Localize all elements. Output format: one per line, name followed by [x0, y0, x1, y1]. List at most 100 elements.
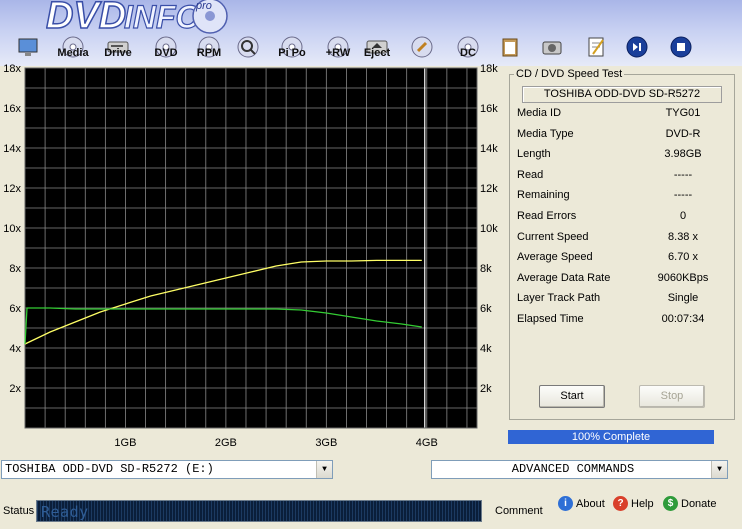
- x-tick-label: 1GB: [114, 437, 136, 449]
- play-pause-icon: [626, 36, 648, 58]
- info-icon: i: [558, 496, 573, 511]
- dvd-button[interactable]: DVD: [146, 36, 186, 62]
- x-tick-label: 3GB: [315, 437, 337, 449]
- y-tick-label: 14x: [3, 143, 21, 155]
- toolbar-label: Drive: [104, 47, 132, 59]
- info-value: Single: [667, 292, 699, 305]
- panel-title: CD / DVD Speed Test: [514, 68, 625, 80]
- stop-icon: [670, 36, 692, 58]
- info-value: 0: [679, 210, 687, 222]
- toolbar-label: Eject: [363, 47, 391, 59]
- dc-button[interactable]: DC: [448, 36, 488, 62]
- speed-graph-svg: 2x 2k 4x 4k 6x 6k 8x 8k 10x 10k 12x 12k 14x 14k 16x 16k…: [3, 63, 498, 449]
- svg-text:INFO: INFO: [124, 0, 201, 35]
- y-tick-label: 8x: [9, 263, 21, 275]
- progress-bar: 100% Complete: [508, 430, 714, 444]
- pipo-button[interactable]: Pi Po: [272, 36, 312, 62]
- info-value: 3.98GB: [664, 148, 702, 161]
- drive-select-value: TOSHIBA ODD-DVD SD-R5272 (E:): [5, 462, 214, 476]
- app-logo: DVD INFO pro: [46, 0, 228, 36]
- advanced-commands-select[interactable]: ADVANCED COMMANDS ▼: [431, 460, 728, 479]
- monitor-icon: [18, 38, 38, 56]
- y-tick-label: 6x: [9, 303, 21, 315]
- info-value: 8.38 x: [668, 230, 698, 243]
- y-tick-label: 4x: [9, 343, 21, 355]
- chevron-down-icon[interactable]: ▼: [711, 461, 727, 478]
- status-text: Ready: [41, 503, 89, 521]
- y-tick-label: 2x: [9, 383, 21, 395]
- y-tick-label: 16x: [3, 103, 21, 115]
- y-tick-label-right: 8k: [480, 263, 492, 275]
- info-label: Average Speed: [517, 251, 593, 264]
- status-display: Ready: [36, 500, 482, 522]
- y-tick-label-right: 18k: [480, 63, 498, 75]
- camera-button[interactable]: [532, 36, 572, 62]
- info-value: 6.70 x: [668, 251, 698, 264]
- donate-icon: $: [663, 496, 678, 511]
- clipboard-button[interactable]: [490, 36, 530, 62]
- y-tick-label-right: 16k: [480, 103, 498, 115]
- chevron-down-icon[interactable]: ▼: [316, 461, 332, 478]
- y-tick-label: 10x: [3, 223, 21, 235]
- camera-icon: [542, 41, 562, 55]
- play-pause-button[interactable]: [617, 36, 657, 62]
- start-button[interactable]: Start: [539, 385, 605, 408]
- header: DVD INFO pro Media Drive DVD RPM Pi Po +RW Eje…: [0, 0, 742, 66]
- y-tick-label-right: 12k: [480, 183, 498, 195]
- x-tick-label: 4GB: [416, 437, 438, 449]
- donate-label: Donate: [681, 498, 717, 510]
- tools-button[interactable]: [402, 36, 442, 62]
- help-label: Help: [631, 498, 654, 510]
- drive-name-display: TOSHIBA ODD-DVD SD-R5272: [522, 86, 722, 103]
- about-label: About: [576, 498, 605, 510]
- info-label: Remaining: [517, 189, 570, 202]
- help-button[interactable]: ? Help: [613, 496, 654, 512]
- info-label: Elapsed Time: [517, 313, 584, 325]
- info-label: Read Errors: [517, 210, 577, 222]
- info-label: Layer Track Path: [517, 292, 601, 305]
- drive-button[interactable]: Drive: [98, 36, 138, 62]
- speed-test-panel: CD / DVD Speed Test TOSHIBA ODD-DVD SD-R…: [509, 68, 735, 420]
- notepad-button[interactable]: [576, 36, 616, 62]
- media-button[interactable]: Media: [53, 36, 93, 62]
- y-tick-label-right: 10k: [480, 223, 498, 235]
- info-label: Media Type: [517, 127, 574, 140]
- info-label: Read: [517, 168, 544, 181]
- wrench-icon: [411, 36, 433, 58]
- y-tick-label: 18x: [3, 63, 21, 75]
- speed-graph: 2x 2k 4x 4k 6x 6k 8x 8k 10x 10k 12x 12k 14x 14k 16x 16k…: [0, 63, 508, 453]
- info-value: -----: [673, 168, 693, 181]
- info-label: Average Data Rate: [517, 271, 611, 284]
- rpm-button[interactable]: RPM: [189, 36, 229, 62]
- info-value: TYG01: [665, 107, 701, 119]
- info-label: Length: [517, 148, 551, 161]
- y-tick-label: 12x: [3, 183, 21, 195]
- y-tick-label-right: 6k: [480, 303, 492, 315]
- x-tick-label: 2GB: [215, 437, 237, 449]
- status-label: Status: [3, 505, 35, 517]
- advanced-commands-value: ADVANCED COMMANDS: [511, 462, 635, 476]
- drive-select[interactable]: TOSHIBA ODD-DVD SD-R5272 (E:) ▼: [1, 460, 333, 479]
- info-value: 9060KBps: [657, 271, 709, 284]
- y-tick-label-right: 14k: [480, 143, 498, 155]
- monitor-button[interactable]: [8, 36, 48, 62]
- info-value: 00:07:34: [661, 313, 705, 325]
- svg-text:DVD: DVD: [46, 0, 126, 36]
- search-button[interactable]: [228, 36, 268, 62]
- comment-label: Comment: [495, 505, 543, 517]
- info-value: DVD-R: [665, 127, 701, 140]
- toolbar-label: DC: [460, 47, 476, 59]
- info-label: Current Speed: [517, 230, 589, 243]
- donate-button[interactable]: $ Donate: [663, 496, 716, 512]
- stop-button[interactable]: Stop: [639, 385, 705, 408]
- y-tick-label-right: 4k: [480, 343, 492, 355]
- notepad-icon: [588, 37, 604, 57]
- toolbar-label: Pi Po: [278, 47, 306, 59]
- stop-button[interactable]: [661, 36, 701, 62]
- info-label: Media ID: [517, 107, 562, 119]
- info-value: -----: [673, 189, 693, 202]
- magnifier-icon: [237, 36, 259, 58]
- eject-button[interactable]: Eject: [357, 36, 397, 62]
- help-icon: ?: [613, 496, 628, 511]
- about-button[interactable]: i About: [558, 496, 605, 512]
